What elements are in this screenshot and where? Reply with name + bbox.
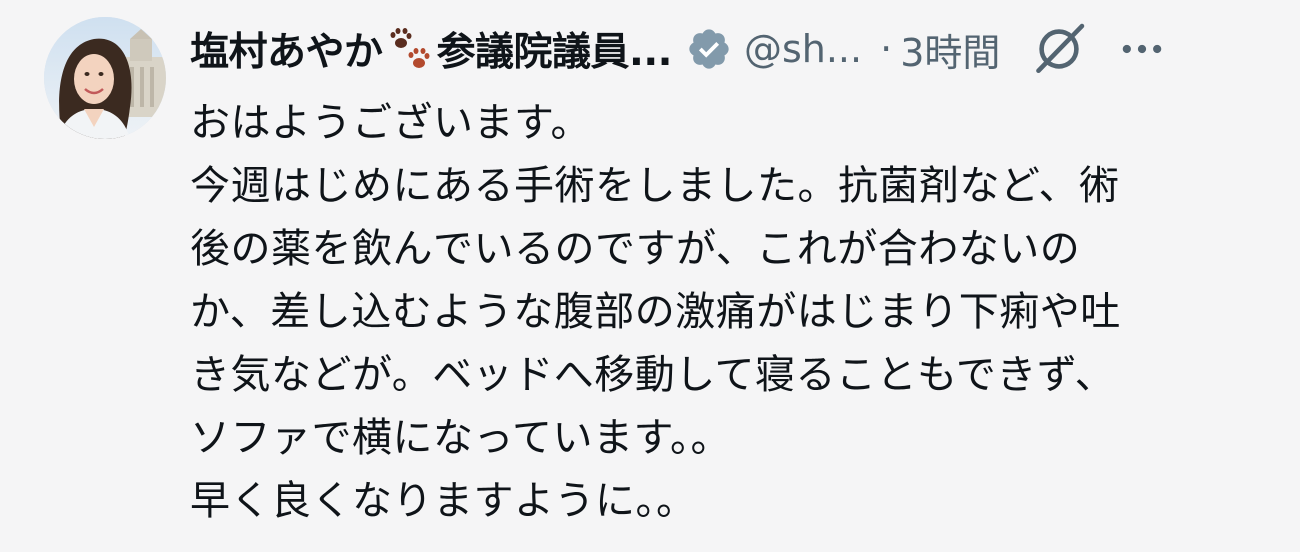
- author-handle[interactable]: @sh...: [744, 27, 862, 71]
- tweet-text-line: か、差し込むような腹部の激痛がはじまり下痢や吐: [190, 289, 1121, 335]
- author-name[interactable]: 塩村あやか: [190, 21, 383, 77]
- tweet-text-line: ソファで横になっています。。: [190, 415, 731, 461]
- verified-badge-icon: [689, 29, 729, 69]
- author-title[interactable]: 参議院議員...: [437, 21, 673, 77]
- separator-dot: ·: [880, 27, 893, 71]
- grok-icon[interactable]: [1030, 20, 1088, 78]
- tweet-text-line: 早く良くなりますように。。: [190, 478, 697, 524]
- tweet: 塩村あやか 参議院議員... @sh... · 3時間 おはようございます。 今…: [0, 0, 1300, 552]
- timestamp[interactable]: 3時間: [900, 22, 1000, 77]
- tweet-text-line: 後の薬を飲んでいるのですが、これが合わないの: [190, 226, 1081, 272]
- paw-prints-icon: [387, 25, 435, 73]
- tweet-header: 塩村あやか 参議院議員... @sh... · 3時間: [190, 18, 1280, 80]
- avatar-image: [44, 17, 166, 139]
- tweet-text-line: おはようございます。: [190, 100, 591, 146]
- more-icon[interactable]: [1116, 23, 1168, 75]
- tweet-text-line: 今週はじめにある手術をしました。抗菌剤など、術: [190, 163, 1120, 209]
- tweet-text: おはようございます。 今週はじめにある手術をしました。抗菌剤など、術 後の薬を飲…: [190, 92, 1250, 533]
- avatar[interactable]: [44, 17, 166, 139]
- tweet-text-line: き気などが。ベッドへ移動して寝ることもできず、: [190, 352, 1116, 398]
